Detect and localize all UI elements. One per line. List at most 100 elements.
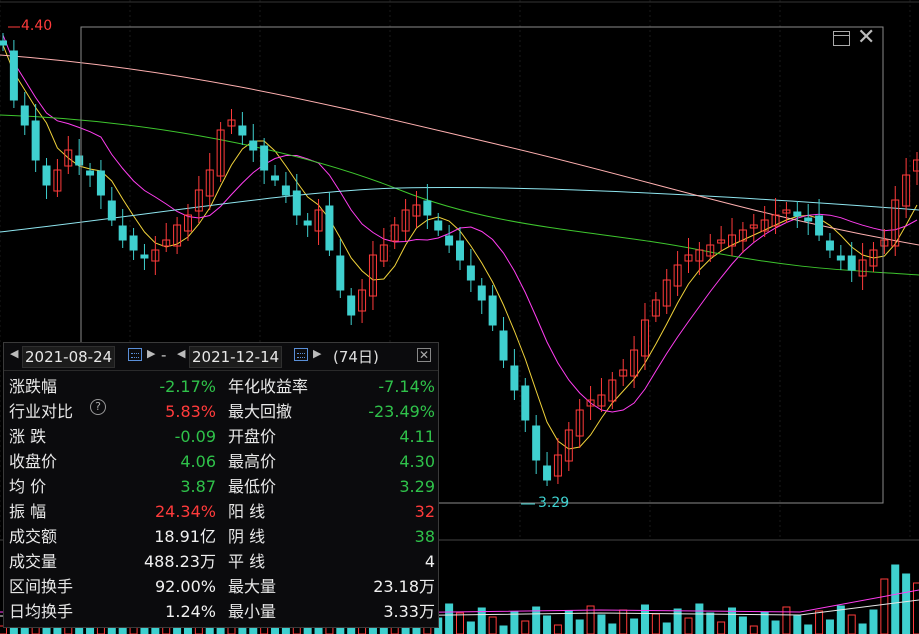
volume-bar <box>640 604 649 634</box>
start-date-field[interactable]: 2021-08-24 <box>22 346 116 368</box>
interval-stats-panel: ◀ 2021-08-24 ▶ - ◀ 2021-12-14 ▶ (74日) ✕ … <box>3 342 439 628</box>
candle-body <box>543 465 552 481</box>
stat-label: 平 线 <box>228 552 266 571</box>
candle-body <box>466 265 475 281</box>
candle-body <box>31 120 40 161</box>
candle-body <box>75 155 84 166</box>
stats-row: 成交量 488.23万平 线 4 <box>4 549 438 574</box>
stats-row: 行业对比? 5.83% 最大回撤 -23.49% <box>4 399 438 424</box>
candle-body <box>434 220 443 231</box>
candle-body <box>347 295 356 316</box>
stat-value: -2.17% <box>159 377 216 396</box>
candle-body <box>325 205 334 251</box>
volume-bar <box>825 619 834 634</box>
stat-value: 18.91亿 <box>154 527 216 546</box>
candle-body <box>836 255 845 261</box>
volume-bar <box>673 608 682 634</box>
calendar-icon[interactable] <box>294 348 308 361</box>
stat-value: 5.83% <box>165 402 216 421</box>
candle-body <box>107 200 116 221</box>
candle-body <box>271 175 280 181</box>
candle-body <box>96 170 105 196</box>
days-count: (74日) <box>333 348 379 366</box>
arrow-left-icon[interactable]: ◀ <box>177 347 185 360</box>
volume-bar <box>662 622 671 634</box>
stats-row: 区间换手 92.00% 最大量 23.18万 <box>4 574 438 599</box>
high-price-label: 4.40 <box>21 18 53 34</box>
arrow-right-icon[interactable]: ▶ <box>147 347 155 360</box>
volume-bar <box>815 610 824 634</box>
volume-bar <box>466 621 475 634</box>
close-icon[interactable]: ✕ <box>857 27 875 49</box>
volume-bar <box>793 615 802 634</box>
moving-average-line <box>0 54 919 246</box>
stats-row: 均 价 3.87 最低价 3.29 <box>4 474 438 499</box>
candle-body <box>140 254 149 259</box>
volume-bar <box>749 625 758 634</box>
arrow-right-icon[interactable]: ▶ <box>313 347 321 360</box>
volume-bar <box>771 620 780 634</box>
stats-row: 涨 跌 -0.09 开盘价 4.11 <box>4 424 438 449</box>
candle-body <box>0 40 7 46</box>
candle-body <box>804 217 813 222</box>
volume-bar <box>869 609 878 634</box>
stat-label: 最低价 <box>228 477 277 496</box>
candle-body <box>260 145 269 171</box>
candle-body <box>86 170 95 176</box>
volume-bar <box>553 624 562 634</box>
stat-value: -23.49% <box>368 402 435 421</box>
stat-value: -0.09 <box>174 427 216 446</box>
candle-body <box>292 190 301 216</box>
stat-value: 4.06 <box>180 452 216 471</box>
stat-label: 涨跌幅 <box>9 377 58 396</box>
stat-label: 振 幅 <box>9 502 47 521</box>
candle-body <box>9 50 18 101</box>
candle-body <box>456 240 464 261</box>
volume-bar <box>804 624 813 634</box>
stat-label: 区间换手 <box>9 577 74 596</box>
stat-label: 成交额 <box>9 527 58 546</box>
volume-bar <box>488 616 497 634</box>
stat-label: 行业对比 <box>9 402 74 421</box>
volume-bar <box>510 611 519 634</box>
date-separator: - <box>161 346 167 364</box>
stat-label: 阴 线 <box>228 527 266 546</box>
candle-body <box>42 165 51 186</box>
stat-value: 23.18万 <box>373 577 435 596</box>
volume-bar <box>760 611 769 634</box>
volume-bar <box>728 607 737 634</box>
stat-label: 日均换手 <box>9 602 74 621</box>
stat-label: 最大回撤 <box>228 402 293 421</box>
stat-value: 38 <box>414 527 435 546</box>
close-icon[interactable]: ✕ <box>417 348 431 362</box>
volume-bar <box>651 613 660 634</box>
volume-bar <box>847 614 856 634</box>
candle-body <box>825 240 834 251</box>
candle-body <box>249 140 258 151</box>
end-date-field[interactable]: 2021-12-14 <box>189 346 283 368</box>
volume-bar <box>902 573 911 634</box>
volume-bar <box>597 614 606 634</box>
candle-body <box>847 255 856 271</box>
volume-bar <box>880 578 889 634</box>
stat-value: 1.24% <box>165 602 216 621</box>
candle-body <box>20 105 29 126</box>
stat-value: 3.29 <box>399 477 435 496</box>
stat-label: 成交量 <box>9 552 58 571</box>
calendar-icon[interactable] <box>128 348 142 361</box>
stats-row: 日均换手 1.24% 最小量 3.33万 <box>4 599 438 624</box>
stats-row: 振 幅 24.34% 阳 线 32 <box>4 499 438 524</box>
volume-bar <box>858 623 867 634</box>
stat-label: 年化收益率 <box>228 377 309 396</box>
volume-bar <box>564 610 573 634</box>
stat-label: 阳 线 <box>228 502 266 521</box>
volume-bar <box>608 623 617 634</box>
stat-value: 92.00% <box>154 577 216 596</box>
stats-row: 成交额 18.91亿阴 线 38 <box>4 524 438 549</box>
restore-window-icon[interactable] <box>833 31 850 46</box>
volume-bar <box>695 603 704 634</box>
arrow-left-icon[interactable]: ◀ <box>10 347 18 360</box>
stats-row: 涨跌幅 -2.17% 年化收益率 -7.14% <box>4 374 438 399</box>
stat-label: 涨 跌 <box>9 427 47 446</box>
stat-value: 4.11 <box>399 427 435 446</box>
